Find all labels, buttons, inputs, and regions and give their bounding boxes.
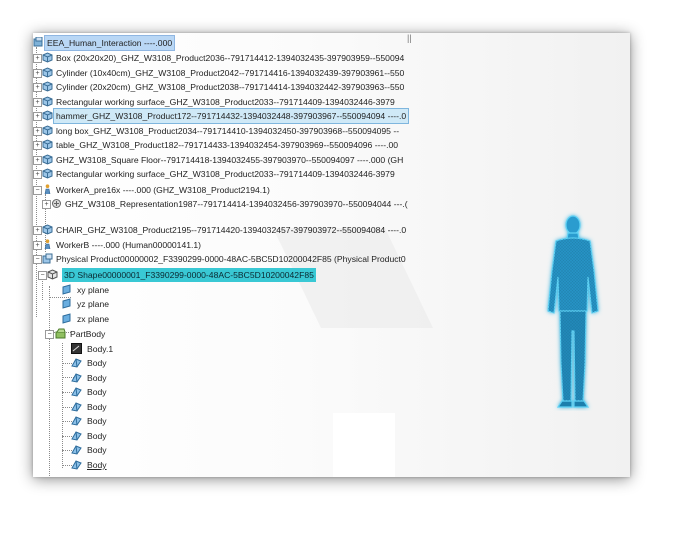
expand-toggle-icon[interactable]: +: [33, 226, 42, 235]
expand-toggle-icon[interactable]: +: [33, 127, 42, 136]
body-icon: [71, 372, 82, 383]
expand-toggle-icon[interactable]: +: [42, 200, 51, 209]
body-icon: [71, 430, 82, 441]
collapse-toggle-icon[interactable]: −: [33, 255, 42, 264]
expand-toggle-icon[interactable]: +: [33, 170, 42, 179]
blank-region: [333, 413, 395, 477]
plane-icon: [61, 284, 72, 295]
product-cube-icon: [42, 125, 53, 136]
specification-tree: EEA_Human_Interaction ----.000 + Box (20…: [33, 33, 413, 477]
product-cube-icon: [42, 67, 53, 78]
body-icon: [71, 459, 82, 470]
expand-toggle-icon[interactable]: +: [33, 112, 42, 121]
partbody-icon: [55, 328, 66, 339]
collapse-toggle-icon[interactable]: −: [33, 186, 42, 195]
panel-resize-grip-icon[interactable]: ||: [407, 33, 412, 43]
product-cube-icon: [42, 110, 53, 121]
physical-product-icon: [42, 253, 53, 264]
3d-shape-icon: [47, 269, 58, 280]
product-cube-icon: [42, 81, 53, 92]
expand-toggle-icon[interactable]: +: [33, 98, 42, 107]
expand-toggle-icon[interactable]: +: [33, 83, 42, 92]
expand-toggle-icon[interactable]: +: [33, 69, 42, 78]
expand-toggle-icon[interactable]: +: [33, 54, 42, 63]
tree-root-label: EEA_Human_Interaction ----.000: [43, 35, 176, 51]
catia-viewport: EEA_Human_Interaction ----.000 + Box (20…: [33, 33, 630, 477]
product-cube-icon: [42, 168, 53, 179]
expand-toggle-icon[interactable]: +: [33, 141, 42, 150]
expand-toggle-icon[interactable]: +: [33, 156, 42, 165]
product-cube-icon: [42, 96, 53, 107]
representation-icon: [51, 198, 62, 209]
plane-icon: [61, 298, 72, 309]
worker-icon: [42, 184, 53, 195]
body-icon: [71, 343, 82, 354]
product-cube-icon: [42, 224, 53, 235]
body-icon: [71, 386, 82, 397]
body-icon: [71, 357, 82, 368]
collapse-toggle-icon[interactable]: −: [38, 271, 47, 280]
product-cube-icon: [42, 154, 53, 165]
product-cube-icon: [42, 139, 53, 150]
expand-toggle-icon[interactable]: +: [33, 241, 42, 250]
body-icon: [71, 415, 82, 426]
worker-icon: [42, 239, 53, 250]
product-cube-icon: [42, 52, 53, 63]
human-manikin-3d[interactable]: [538, 211, 608, 411]
plane-icon: [61, 313, 72, 324]
collapse-toggle-icon[interactable]: −: [45, 330, 54, 339]
body-icon: [71, 401, 82, 412]
assembly-icon: [33, 37, 44, 48]
body-icon: [71, 444, 82, 455]
